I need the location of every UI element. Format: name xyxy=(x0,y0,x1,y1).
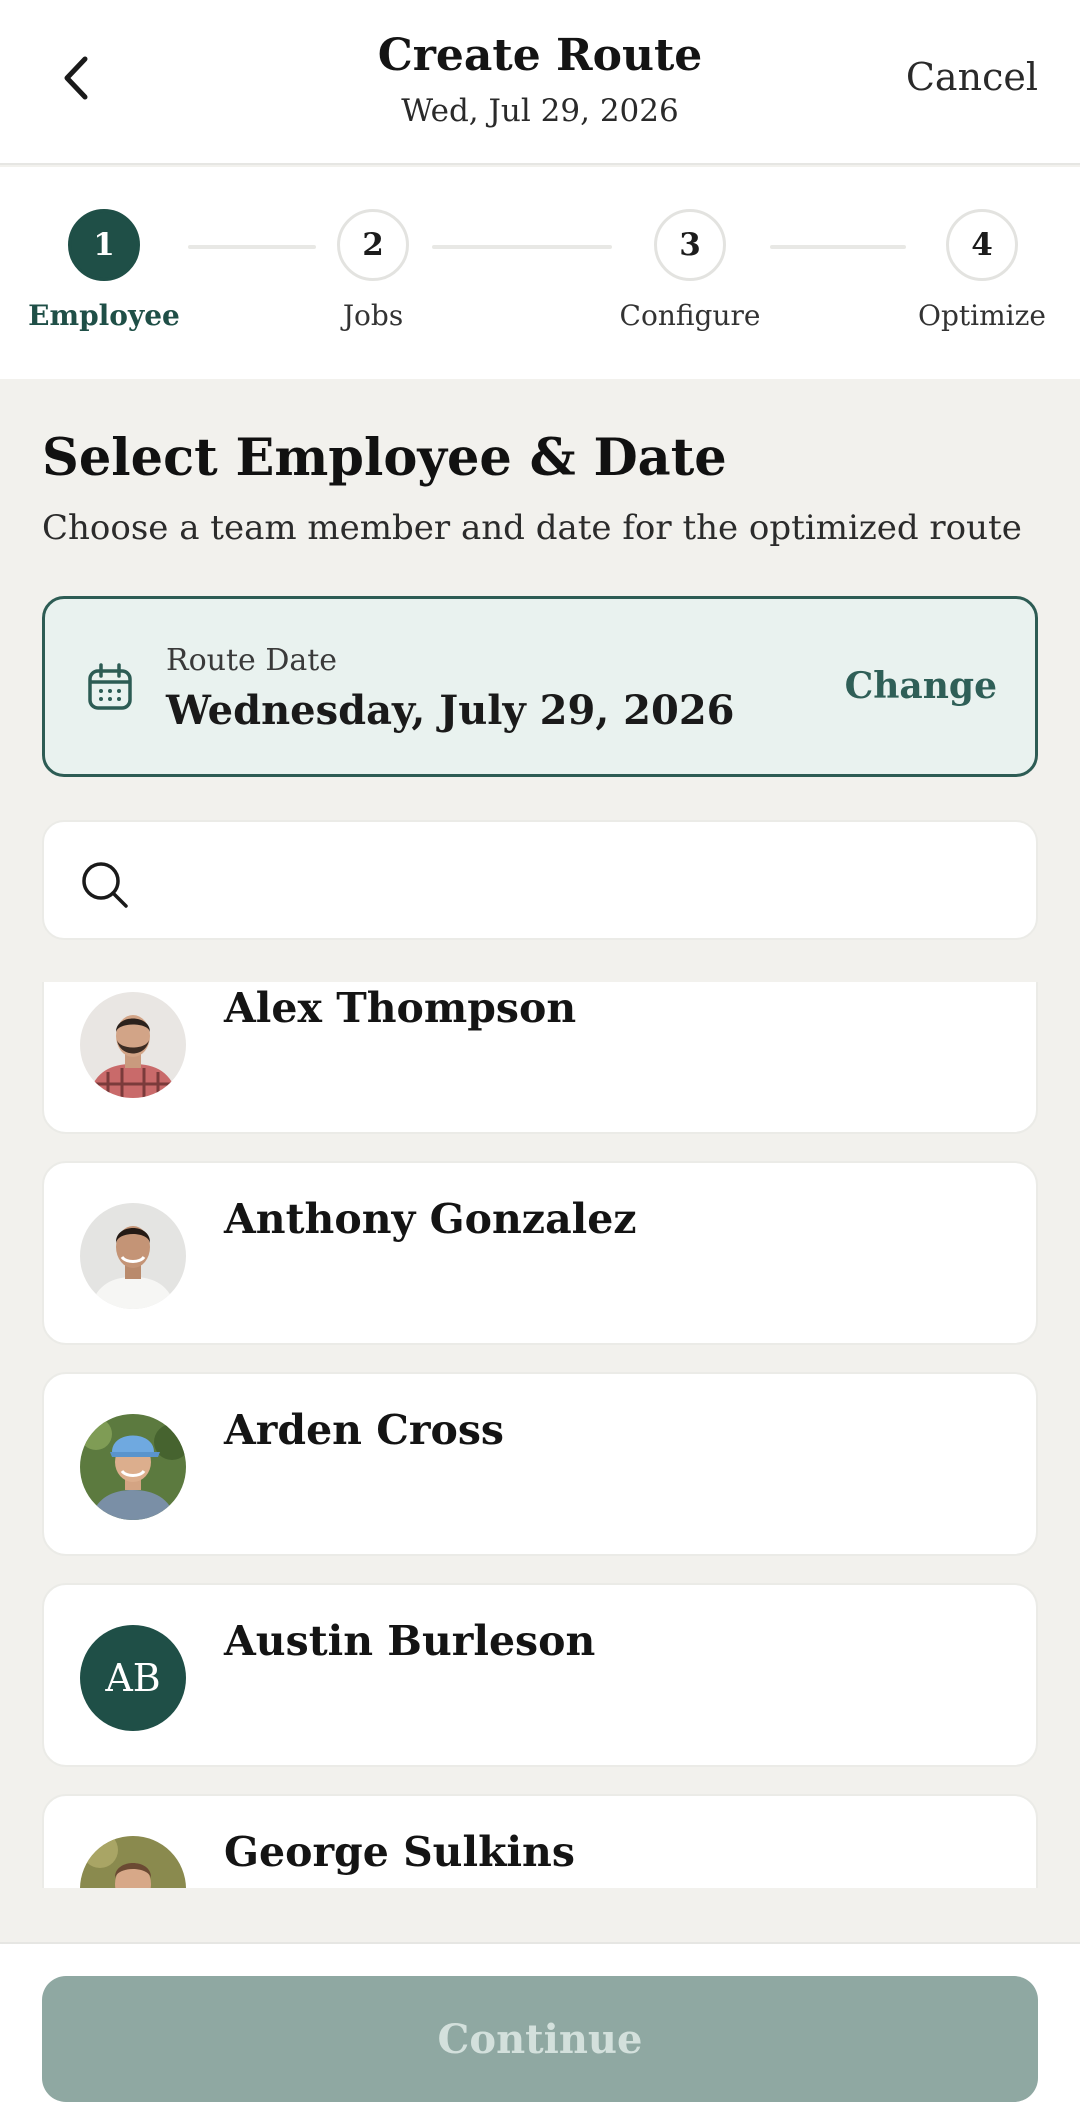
route-date-label: Route Date xyxy=(166,643,338,678)
employee-card-austin-burleson[interactable]: AB Austin Burleson xyxy=(42,1583,1038,1767)
employee-name: George Sulkins xyxy=(224,1828,575,1876)
step-jobs[interactable]: 2 Jobs xyxy=(293,209,453,332)
step-configure[interactable]: 3 Configure xyxy=(610,209,770,332)
progress-stepper: 1 Employee 2 Jobs 3 Configure 4 Optimize xyxy=(0,167,1080,379)
calendar-icon xyxy=(88,663,132,710)
employee-name: Arden Cross xyxy=(224,1406,504,1454)
top-bar: Create Route Wed, Jul 29, 2026 Cancel xyxy=(0,0,1080,165)
avatar xyxy=(80,1203,186,1309)
bottom-action-bar: Continue xyxy=(0,1942,1080,2124)
avatar-initials: AB xyxy=(80,1625,186,1731)
employee-name: Austin Burleson xyxy=(224,1617,596,1665)
step-label: Optimize xyxy=(918,299,1046,332)
step-connector xyxy=(432,245,612,249)
step-optimize[interactable]: 4 Optimize xyxy=(902,209,1062,332)
employee-card-george-sulkins[interactable]: George Sulkins xyxy=(42,1794,1038,1888)
step-number: 2 xyxy=(337,209,409,281)
change-date-button[interactable]: Change xyxy=(845,665,997,707)
employee-name: Anthony Gonzalez xyxy=(224,1195,637,1243)
avatar xyxy=(80,992,186,1098)
employee-card-arden-cross[interactable]: Arden Cross xyxy=(42,1372,1038,1556)
search-icon xyxy=(82,862,128,908)
employee-name: Alex Thompson xyxy=(224,984,577,1032)
step-label: Employee xyxy=(28,299,180,332)
employee-card-alex-thompson[interactable]: Alex Thompson xyxy=(42,982,1038,1134)
continue-button[interactable]: Continue xyxy=(42,1976,1038,2102)
route-date-value: Wednesday, July 29, 2026 xyxy=(166,687,735,734)
section-title: Select Employee & Date xyxy=(42,428,727,488)
avatar xyxy=(80,1836,186,1888)
step-employee[interactable]: 1 Employee xyxy=(24,209,184,332)
step-connector xyxy=(770,245,906,249)
employee-card-anthony-gonzalez[interactable]: Anthony Gonzalez xyxy=(42,1161,1038,1345)
cancel-button[interactable]: Cancel xyxy=(906,55,1038,99)
step-number: 1 xyxy=(68,209,140,281)
step-number: 3 xyxy=(654,209,726,281)
section-subtitle: Choose a team member and date for the op… xyxy=(42,508,1022,548)
employee-list[interactable]: Alex Thompson Anthony Gonzalez Arden Cro… xyxy=(0,982,1080,1888)
step-label: Configure xyxy=(619,299,761,332)
step-label: Jobs xyxy=(342,299,404,332)
step-number: 4 xyxy=(946,209,1018,281)
search-input[interactable] xyxy=(152,850,1012,914)
employee-search[interactable] xyxy=(42,820,1038,940)
avatar xyxy=(80,1414,186,1520)
route-date-card[interactable]: Route Date Wednesday, July 29, 2026 Chan… xyxy=(42,596,1038,777)
